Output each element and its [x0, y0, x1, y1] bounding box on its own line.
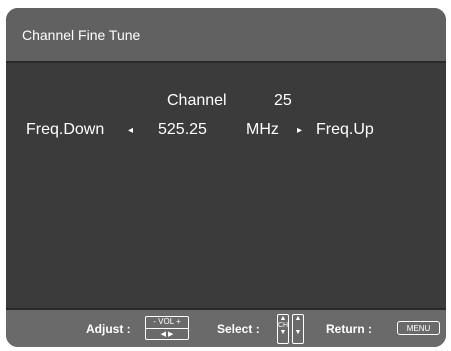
- key-guide-footer: Adjust : - VOL + ◀ ▶ Select : ▲ CH ▼ ▲ ▼ Re…: [6, 308, 446, 347]
- menu-key-icon: MENU: [397, 321, 440, 335]
- freq-down-label[interactable]: Freq.Down: [26, 121, 104, 139]
- left-arrow-icon[interactable]: ◂: [128, 125, 133, 136]
- frequency-value: 525.25: [158, 121, 207, 138]
- volume-key-icon: - VOL + ◀ ▶: [145, 316, 189, 340]
- channel-label: Channel: [167, 92, 227, 109]
- osd-title: Channel Fine Tune: [22, 27, 141, 43]
- frequency-unit: MHz: [246, 121, 279, 138]
- vol-key-text: - VOL +: [153, 317, 181, 326]
- fine-tune-osd: Channel Fine Tune Channel 25 Freq.Down ◂…: [6, 8, 446, 347]
- channel-key-icon: ▲ CH ▼ ▲ ▼: [277, 314, 307, 344]
- menu-key-text: MENU: [406, 324, 431, 333]
- vol-arrows-text: ◀ ▶: [146, 328, 188, 340]
- ch-key-box-left: ▲ CH ▼: [277, 314, 289, 344]
- freq-up-label[interactable]: Freq.Up: [316, 121, 374, 139]
- ch-key-box-right: ▲ ▼: [292, 314, 304, 344]
- return-label: Return :: [326, 322, 372, 336]
- adjust-label: Adjust :: [86, 322, 131, 336]
- right-arrow-icon[interactable]: ▸: [297, 125, 302, 136]
- ch-key-text: CH: [278, 322, 289, 329]
- title-bar: Channel Fine Tune: [6, 8, 446, 63]
- select-label: Select :: [217, 322, 260, 336]
- osd-content: Channel 25 Freq.Down ◂ 525.25 MHz ▸ Freq…: [6, 63, 446, 308]
- channel-number: 25: [274, 92, 292, 109]
